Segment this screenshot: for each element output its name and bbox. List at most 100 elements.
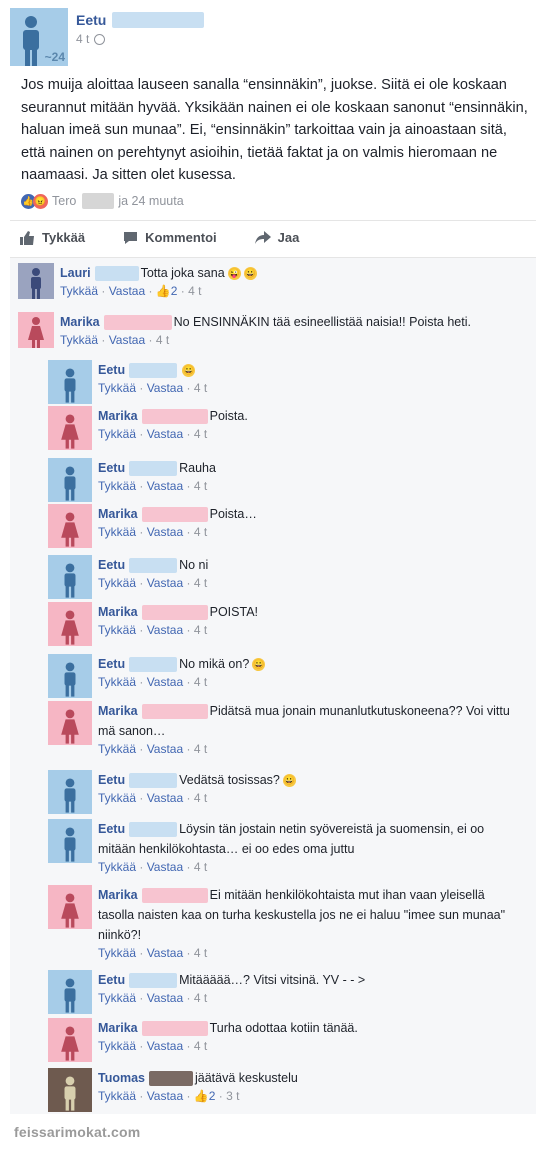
commenter-name[interactable]: Marika [98,406,138,426]
comment-reply-link[interactable]: Vastaa [147,381,183,395]
commenter-avatar[interactable] [48,970,92,1014]
commenter-name[interactable]: Eetu [98,970,125,990]
comment-time[interactable]: 4 t [156,333,169,347]
redacted-surname [141,408,208,424]
commenter-name[interactable]: Eetu [98,770,125,790]
comment-like-link[interactable]: Tykkää [98,791,136,805]
redacted-surname [94,265,139,281]
post-timestamp[interactable]: 4 t [76,32,89,46]
person-female-icon [61,414,79,449]
commenter-avatar[interactable] [48,1068,92,1112]
commenter-avatar[interactable] [48,360,92,404]
comment-reply-link[interactable]: Vastaa [147,479,183,493]
comment-reply-link[interactable]: Vastaa [147,742,183,756]
comment-reply-link[interactable]: Vastaa [147,525,183,539]
comment-like-link[interactable]: Tykkää [98,381,136,395]
comment: Lauri Totta joka sana 😜 😀 Tykkää · Vastaa ·… [18,263,257,299]
commenter-name[interactable]: Marika [60,312,100,332]
post-author-name[interactable]: Eetu [76,12,106,28]
commenter-avatar[interactable] [48,406,92,450]
comment-like-link[interactable]: Tykkää [98,427,136,441]
comment-time[interactable]: 4 t [194,742,207,756]
person-icon [64,466,76,501]
commenter-avatar[interactable] [48,885,92,929]
comment-like-link[interactable]: Tykkää [98,1039,136,1053]
commenter-avatar[interactable] [18,263,54,299]
comment-text: Mitäääää…? Vitsi vitsinä. YV - - > [179,973,366,987]
commenter-name[interactable]: Tuomas [98,1068,145,1088]
comment-reply-link[interactable]: Vastaa [147,427,183,441]
commenter-name[interactable]: Marika [98,1018,138,1038]
comment-like-link[interactable]: Tykkää [98,860,136,874]
comment-time[interactable]: 4 t [194,623,207,637]
comment-time[interactable]: 4 t [194,576,207,590]
reply-comment: Marika Poista… Tykkää · Vastaa · 4 t [48,504,257,548]
comment-reply-link[interactable]: Vastaa [109,284,145,298]
commenter-name[interactable]: Marika [98,504,138,524]
commenter-avatar[interactable] [48,555,92,599]
author-avatar[interactable]: ~24 [10,8,68,66]
comment-like-link[interactable]: Tykkää [98,675,136,689]
comment-reply-link[interactable]: Vastaa [147,576,183,590]
commenter-name[interactable]: Eetu [98,360,125,380]
comment-time[interactable]: 4 t [194,991,207,1005]
commenter-avatar[interactable] [48,602,92,646]
commenter-name[interactable]: Eetu [98,654,125,674]
comment-time[interactable]: 4 t [194,381,207,395]
like-button[interactable]: Tykkää [20,230,85,245]
commenter-name[interactable]: Marika [98,602,138,622]
commenter-name[interactable]: Eetu [98,458,125,478]
comment-time[interactable]: 4 t [194,479,207,493]
comment-time[interactable]: 4 t [194,946,207,960]
commenter-name[interactable]: Marika [98,704,138,718]
comment-time[interactable]: 4 t [194,427,207,441]
commenter-avatar[interactable] [48,1018,92,1062]
comment-like-link[interactable]: Tykkää [98,479,136,493]
commenter-avatar[interactable] [48,819,92,863]
comment-like-link[interactable]: Tykkää [98,623,136,637]
commenter-avatar[interactable] [48,701,92,745]
comment-like-count[interactable]: 2 [209,1089,216,1103]
commenter-name[interactable]: Eetu [98,555,125,575]
reactions-summary[interactable]: 👍 😠 Tero ja 24 muuta [21,193,184,209]
comment-like-link[interactable]: Tykkää [60,284,98,298]
grin-emoji-icon: 😀 [252,657,266,671]
comment-reply-link[interactable]: Vastaa [147,991,183,1005]
comment-like-link[interactable]: Tykkää [98,576,136,590]
share-arrow-icon [254,230,271,244]
comment-like-link[interactable]: Tykkää [98,525,136,539]
comment-time[interactable]: 4 t [188,284,201,298]
comment-like-link[interactable]: Tykkää [98,742,136,756]
comment-reply-link[interactable]: Vastaa [147,675,183,689]
comment-like-count[interactable]: 2 [171,284,178,298]
comment-button[interactable]: Kommentoi [123,230,217,245]
comment-like-link[interactable]: Tykkää [98,991,136,1005]
comment-like-link[interactable]: Tykkää [98,1089,136,1103]
commenter-name[interactable]: Lauri [60,263,91,283]
commenter-avatar[interactable] [48,504,92,548]
person-icon [64,368,76,403]
comment-time[interactable]: 4 t [194,860,207,874]
wink-tongue-emoji-icon: 😜 [227,266,241,280]
commenter-avatar[interactable] [18,312,54,348]
commenter-name[interactable]: Eetu [98,822,125,836]
comment-reply-link[interactable]: Vastaa [147,946,183,960]
comment-reply-link[interactable]: Vastaa [147,860,183,874]
comment-time[interactable]: 4 t [194,675,207,689]
comment-reply-link[interactable]: Vastaa [147,1089,183,1103]
comment-reply-link[interactable]: Vastaa [109,333,145,347]
comment-time[interactable]: 4 t [194,1039,207,1053]
commenter-avatar[interactable] [48,458,92,502]
commenter-avatar[interactable] [48,654,92,698]
comment-time[interactable]: 4 t [194,525,207,539]
comment-reply-link[interactable]: Vastaa [147,791,183,805]
comment-like-link[interactable]: Tykkää [98,946,136,960]
comment-time[interactable]: 4 t [194,791,207,805]
comment-time[interactable]: 3 t [226,1089,239,1103]
comment-reply-link[interactable]: Vastaa [147,1039,183,1053]
comment-reply-link[interactable]: Vastaa [147,623,183,637]
share-button[interactable]: Jaa [254,230,299,245]
commenter-name[interactable]: Marika [98,888,138,902]
commenter-avatar[interactable] [48,770,92,814]
comment-like-link[interactable]: Tykkää [60,333,98,347]
